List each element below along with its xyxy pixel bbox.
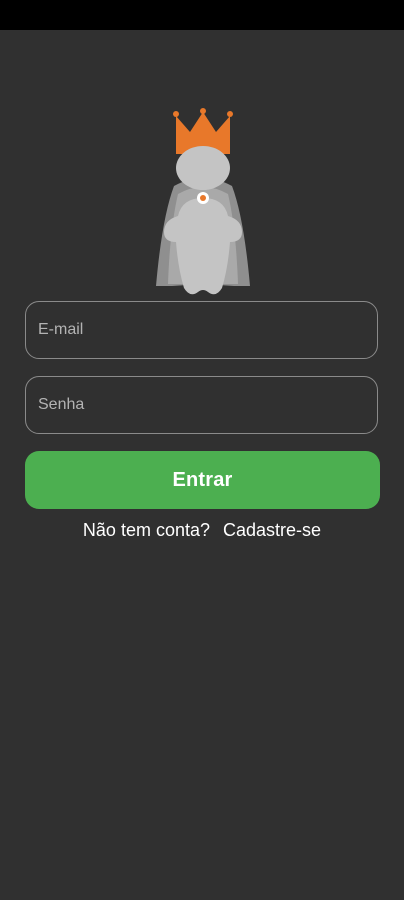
status-bar [0,0,404,30]
email-input[interactable] [38,302,377,358]
login-button[interactable]: Entrar [25,451,380,509]
signup-link[interactable]: Cadastre-se [223,518,321,542]
signup-row: Não tem conta? Cadastre-se [0,518,404,542]
crowned-king-icon [150,108,256,300]
password-field[interactable] [25,376,378,434]
password-input[interactable] [38,377,377,433]
no-account-text: Não tem conta? [82,520,210,540]
email-field[interactable] [25,301,378,359]
